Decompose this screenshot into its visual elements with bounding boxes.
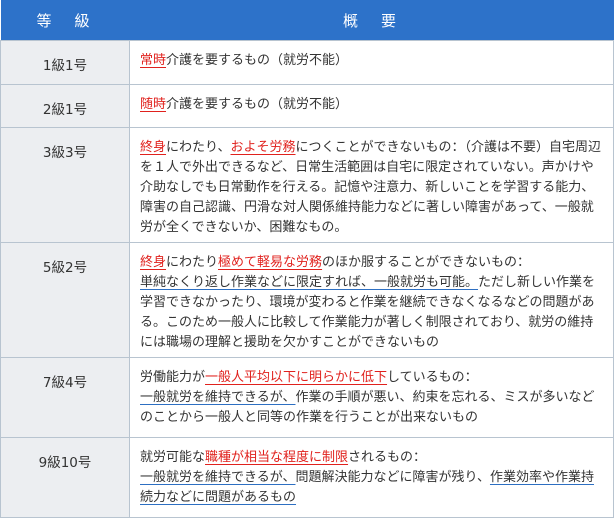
summary-cell: 就労可能な職種が相当な程度に制限されるもの： 一般就労を維持できるが、問題解決能力…: [129, 437, 614, 518]
table-row: 5級2号 終身にわたり極めて軽易な労務のほか服することができないもの： 単純なくり…: [0, 242, 614, 358]
table-row: 2級1号 随時介護を要するもの（就労不能）: [0, 84, 614, 128]
summary-cell: 終身にわたり極めて軽易な労務のほか服することができないもの： 単純なくり返し作業な…: [129, 242, 614, 358]
summary-cell: 終身にわたり、およそ労務につくことができないもの：（介護は不要）自宅周辺を１人で…: [129, 127, 614, 243]
summary-cell: 労働能力が一般人平均以下に明らかに低下しているもの： 一般就労を維持できるが、作業…: [129, 357, 614, 438]
table-row: 9級10号 就労可能な職種が相当な程度に制限されるもの： 一般就労を維持できるが、…: [0, 437, 614, 518]
highlight-text: 極めて軽易な労務: [218, 255, 323, 270]
grade-cell: 9級10号: [0, 437, 130, 518]
summary-text: 介護を要するもの（就労不能）: [166, 97, 349, 112]
underlined-text: 一般就労を維持できるが、: [140, 390, 296, 405]
summary-text: されるもの：: [348, 450, 427, 465]
header-summary: 概 要: [129, 0, 614, 41]
highlight-text: 随時: [140, 97, 167, 112]
highlight-text: およそ労務: [230, 140, 296, 155]
summary-text: 介護を要するもの（就労不能）: [166, 53, 349, 68]
summary-text: 就労可能な: [140, 450, 206, 465]
highlight-text: 一般人平均以下に明らかに低下: [205, 370, 388, 385]
grade-cell: 5級2号: [0, 242, 130, 358]
highlight-text: 終身: [140, 255, 167, 270]
highlight-text: 常時: [140, 53, 167, 68]
summary-text: 問題解決能力などに障害が残り、: [295, 470, 490, 485]
summary-text: のほか服することができないもの：: [322, 255, 531, 270]
grade-cell: 1級1号: [0, 40, 130, 85]
header-grade: 等 級: [0, 0, 130, 41]
summary-text: しているもの：: [387, 370, 478, 385]
table-row: 7級4号 労働能力が一般人平均以下に明らかに低下しているもの： 一般就労を維持でき…: [0, 357, 614, 438]
highlight-text: 職種が相当な程度に制限: [205, 450, 349, 465]
table-row: 1級1号 常時介護を要するもの（就労不能）: [0, 40, 614, 85]
grade-cell: 3級3号: [0, 127, 130, 243]
summary-cell: 常時介護を要するもの（就労不能）: [129, 40, 614, 85]
grade-cell: 7級4号: [0, 357, 130, 438]
grade-cell: 2級1号: [0, 84, 130, 128]
highlight-text: 終身: [140, 140, 167, 155]
table-row: 3級3号 終身にわたり、およそ労務につくことができないもの：（介護は不要）自宅周…: [0, 127, 614, 243]
summary-cell: 随時介護を要するもの（就労不能）: [129, 84, 614, 128]
summary-text: にわたり: [166, 255, 219, 270]
table-header-row: 等 級 概 要: [0, 0, 614, 41]
summary-text: にわたり、: [166, 140, 231, 155]
underlined-text: 単純なくり返し作業などに限定すれば、一般就労も可能。: [140, 275, 479, 290]
disability-grade-table: 等 級 概 要 1級1号 常時介護を要するもの（就労不能） 2級1号 随時介護を…: [0, 0, 614, 518]
underlined-text: 一般就労を維持できるが、: [140, 470, 296, 485]
summary-text: 労働能力が: [140, 370, 206, 385]
